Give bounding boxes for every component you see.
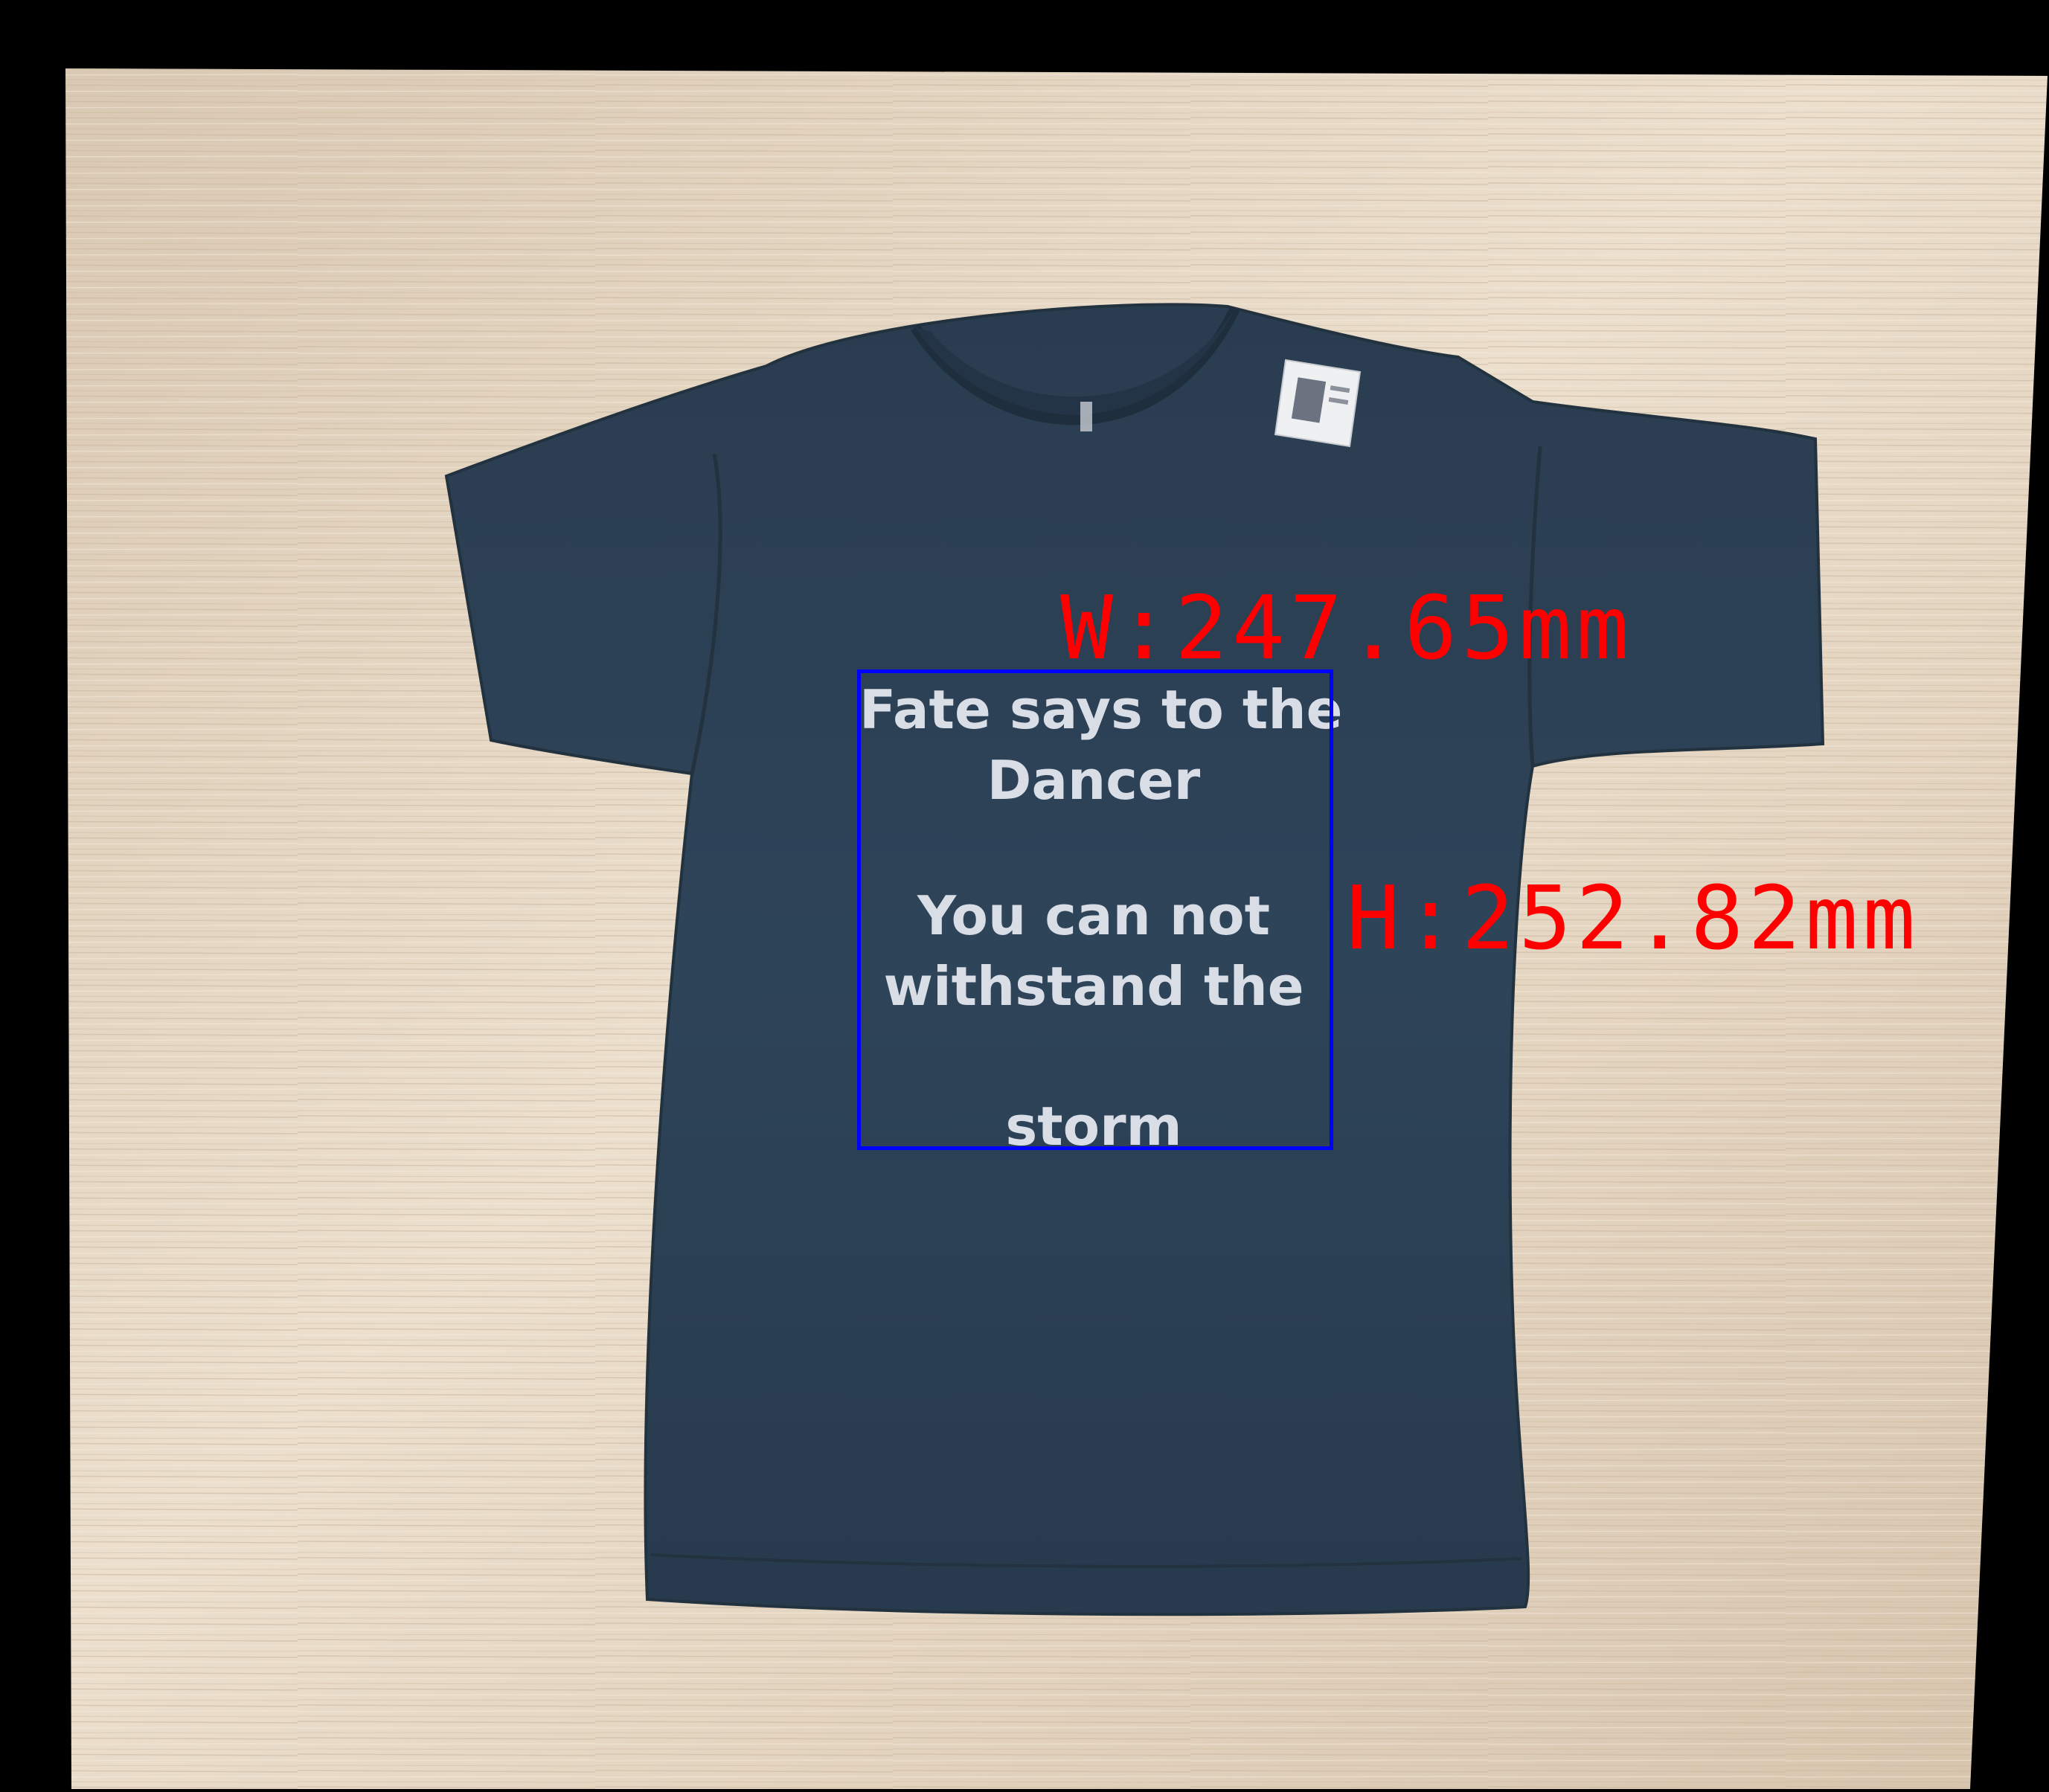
- tag-sticker: [1274, 359, 1362, 448]
- width-label: W:247.65mm: [1060, 577, 1634, 679]
- height-label: H:252.82mm: [1347, 867, 1920, 969]
- sleeve-logo: [1080, 402, 1092, 431]
- measurement-box: [857, 669, 1333, 1150]
